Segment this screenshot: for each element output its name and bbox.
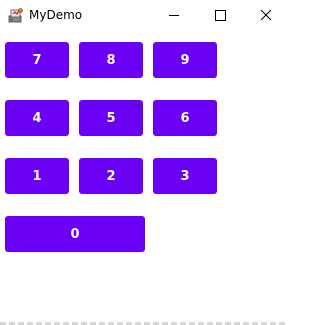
close-icon	[260, 9, 272, 21]
maximize-button[interactable]	[197, 0, 243, 31]
keypad-panel: 7 8 9 4 5 6 1 2 3 0	[0, 31, 287, 325]
app-window: MyDemo 7 8 9 4 5 6 1 2 3 0	[0, 0, 287, 325]
key-1-button[interactable]: 1	[5, 158, 69, 194]
title-bar[interactable]: MyDemo	[0, 0, 287, 31]
key-4-button[interactable]: 4	[5, 100, 69, 136]
minimize-icon	[169, 15, 179, 16]
key-2-button[interactable]: 2	[79, 158, 143, 194]
key-5-button[interactable]: 5	[79, 100, 143, 136]
key-9-button[interactable]: 9	[153, 42, 217, 78]
window-title: MyDemo	[29, 8, 83, 22]
key-7-button[interactable]: 7	[5, 42, 69, 78]
minimize-button[interactable]	[151, 0, 197, 31]
key-0-button[interactable]: 0	[5, 216, 145, 252]
maximize-icon	[215, 10, 226, 21]
key-8-button[interactable]: 8	[79, 42, 143, 78]
key-3-button[interactable]: 3	[153, 158, 217, 194]
close-button[interactable]	[243, 0, 287, 31]
key-6-button[interactable]: 6	[153, 100, 217, 136]
java-app-icon	[8, 7, 24, 23]
